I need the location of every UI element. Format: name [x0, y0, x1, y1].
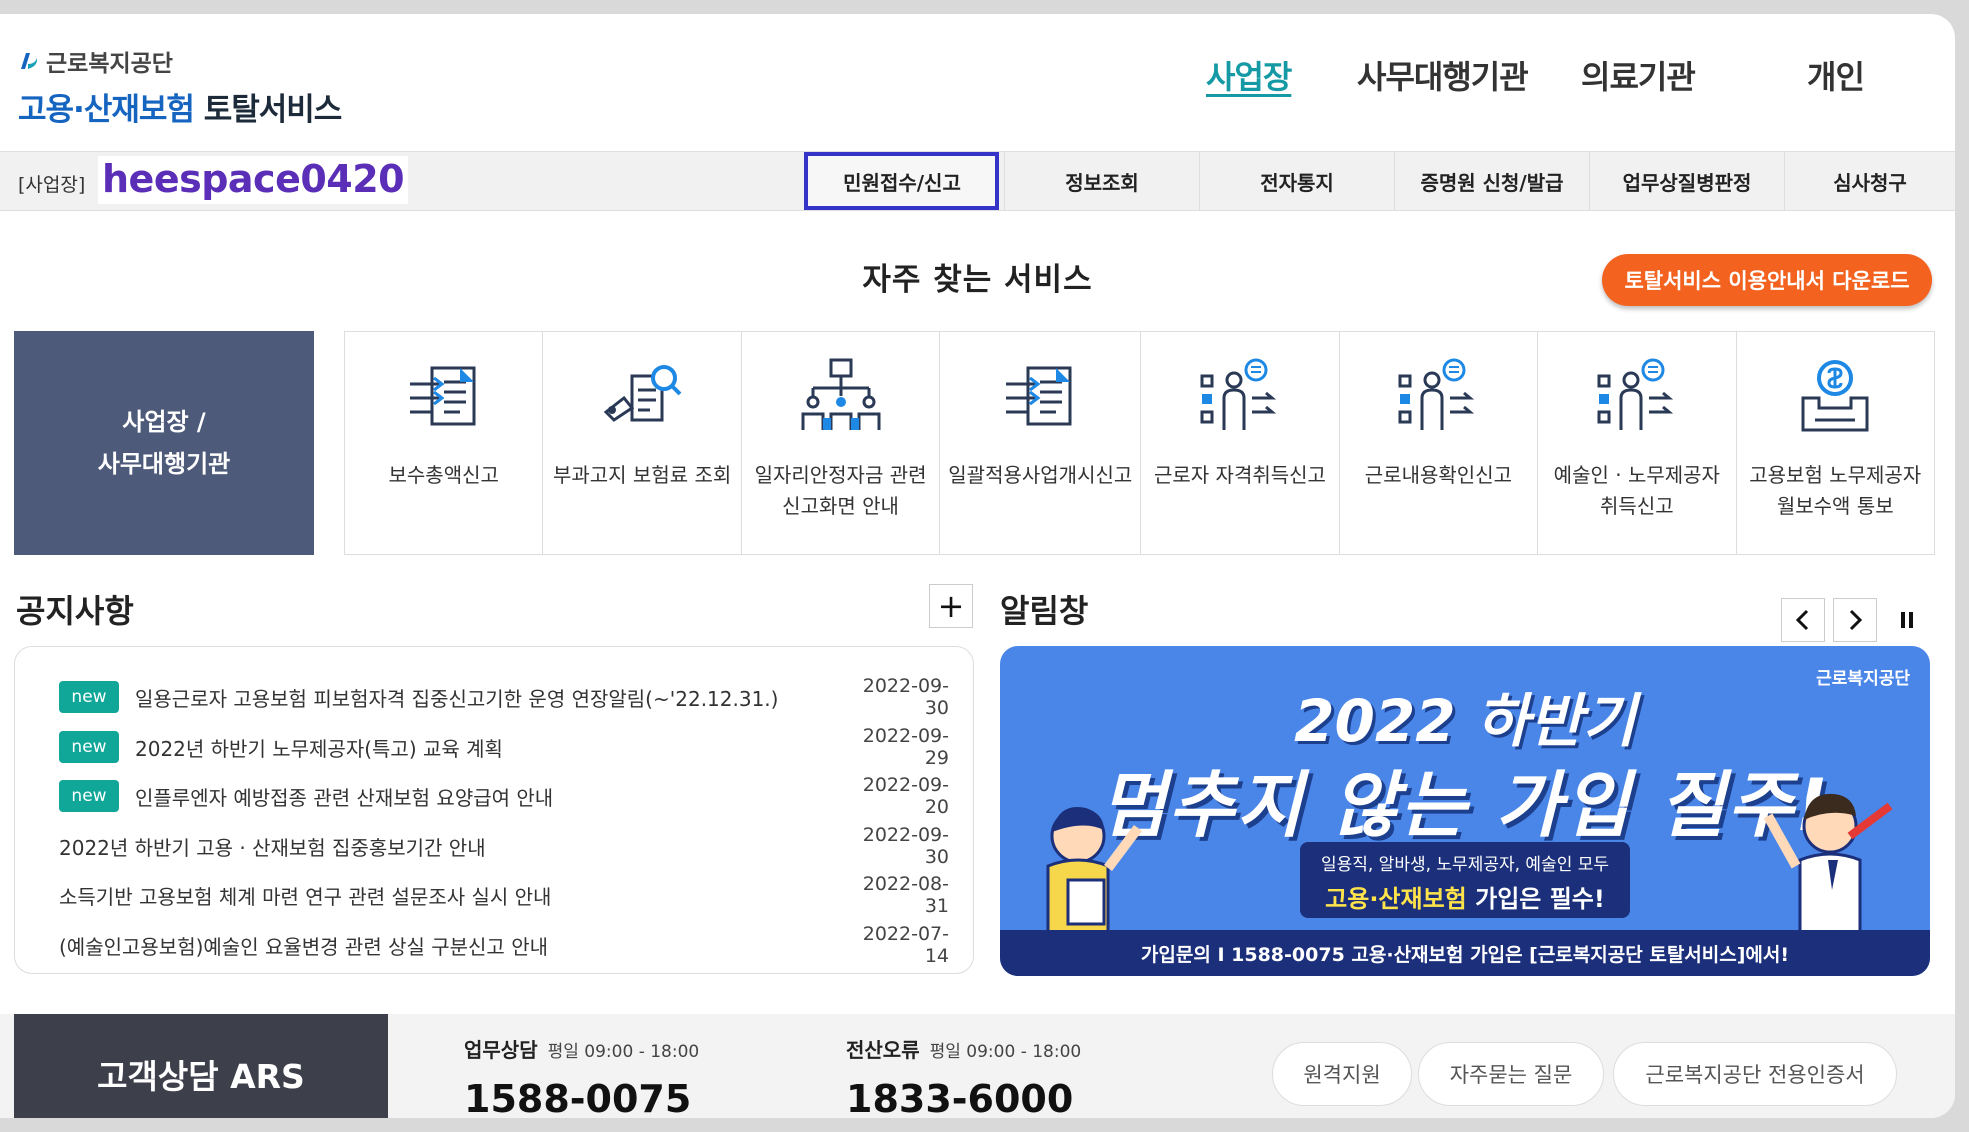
- banner-notice-box: 일용직, 알바생, 노무제공자, 예술인 모두 고용·산재보험 가입은 필수!: [1300, 842, 1630, 918]
- user-type-label: [사업장]: [18, 174, 86, 196]
- user-id: heespace0420: [98, 156, 409, 204]
- notice-item[interactable]: new 인플루엔자 예방접종 관련 산재보험 요양급여 안내 2022-09-2…: [59, 774, 949, 818]
- service-label: 일자리안정자금 관련 신고화면 안내: [754, 463, 927, 518]
- menu-tab-review-request[interactable]: 심사청구: [1784, 152, 1955, 210]
- document-search-icon: [603, 365, 682, 422]
- notice-date: 2022-07-14: [862, 923, 949, 967]
- service-item[interactable]: 예술인 · 노무제공자 취득신고: [1537, 332, 1735, 554]
- new-badge: new: [59, 681, 119, 713]
- service-label: 근로내용확인신고: [1364, 463, 1512, 487]
- notice-text: 2022년 하반기 노무제공자(특고) 교육 계획: [135, 736, 503, 761]
- money-box-icon: [1801, 360, 1869, 432]
- notice-more-button[interactable]: +: [929, 584, 973, 628]
- guide-download-button[interactable]: 토탈서비스 이용안내서 다운로드: [1602, 254, 1932, 306]
- banner-required-text: 가입은 필수!: [1466, 885, 1605, 913]
- banner-footer-text: 가입문의 I 1588-0075 고용·산재보험 가입은 [근로복지공단 토탈서…: [1000, 930, 1930, 976]
- notice-text: 2022년 하반기 고용 · 산재보험 집중홍보기간 안내: [59, 835, 486, 860]
- banner-pause-button[interactable]: [1885, 598, 1929, 642]
- notice-text: 인플루엔자 예방접종 관련 산재보험 요양급여 안내: [135, 785, 554, 810]
- contact-number[interactable]: 1588-0075: [464, 1077, 699, 1118]
- notice-text: (예술인고용보험)예술인 요율변경 관련 상실 구분신고 안내: [59, 934, 548, 959]
- new-badge: new: [59, 731, 119, 763]
- contact-title: 업무상담: [464, 1038, 538, 1062]
- notice-item[interactable]: new 일용근로자 고용보험 피보험자격 집중신고기한 운영 연장알림(~'22…: [59, 675, 949, 719]
- banner-character-right-icon: [1763, 793, 1893, 942]
- notice-item[interactable]: 소득기반 고용보험 체계 마련 연구 관련 설문조사 실시 안내 2022-08…: [59, 873, 949, 917]
- service-item[interactable]: 일괄적용사업개시신고: [939, 332, 1140, 554]
- service-item[interactable]: 고용보험 노무제공자 월보수액 통보: [1735, 332, 1934, 554]
- footer: 고객상담 ARS 업무상담 평일 09:00 - 18:00 1588-0075 …: [0, 1014, 1955, 1118]
- ars-label: 고객상담 ARS: [14, 1014, 388, 1118]
- page-frame: 근로복지공단 고용·산재보험 토탈서비스 사업장 사무대행기관 의료기관 개인 …: [0, 14, 1955, 1118]
- contact-hours: 평일 09:00 - 18:00: [547, 1042, 700, 1062]
- notice-date: 2022-09-29: [862, 725, 949, 769]
- menu-tab-civil-complaint[interactable]: 민원접수/신고: [804, 152, 999, 210]
- service-item[interactable]: 보수총액신고: [345, 332, 542, 554]
- notice-text: 소득기반 고용보험 체계 마련 연구 관련 설문조사 실시 안내: [59, 884, 552, 909]
- pause-icon: [1901, 612, 1913, 628]
- notice-item[interactable]: new 2022년 하반기 노무제공자(특고) 교육 계획 2022-09-29: [59, 725, 949, 769]
- banner-next-button[interactable]: [1833, 598, 1877, 642]
- notice-date: 2022-08-31: [862, 873, 949, 917]
- contact-hours: 평일 09:00 - 18:00: [929, 1042, 1082, 1062]
- organization-chart-icon: [801, 358, 881, 430]
- service-label: 근로자 자격취득신고: [1153, 463, 1326, 487]
- alert-title: 알림창: [1000, 592, 1089, 630]
- side-panel-line1: 사업장 /: [122, 408, 206, 436]
- contact-it-error: 전산오류 평일 09:00 - 18:00 1833-6000: [846, 1034, 1081, 1118]
- contact-number[interactable]: 1833-6000: [846, 1077, 1081, 1118]
- service-label: 보수총액신고: [388, 463, 499, 487]
- top-nav-personal[interactable]: 개인: [1807, 52, 1865, 98]
- banner-highlight-text: 고용·산재보험: [1325, 885, 1467, 913]
- service-label: 일괄적용사업개시신고: [948, 463, 1133, 487]
- service-item[interactable]: 근로내용확인신고: [1338, 332, 1537, 554]
- worker-list-icon: [1200, 358, 1277, 430]
- notice-item[interactable]: (예술인고용보험)예술인 요율변경 관련 상실 구분신고 안내 2022-07-…: [59, 923, 949, 967]
- banner-target-text: 일용직, 알바생, 노무제공자, 예술인 모두: [1320, 855, 1610, 875]
- quick-services-grid: 보수총액신고 부과고지 보험료 조회 일자리안정자금 관련 신고화면 안내 일괄…: [344, 331, 1935, 555]
- sub-menu-bar: [사업장] heespace0420 민원접수/신고 정보조회 전자통지 증명원…: [0, 151, 1955, 211]
- document-arrows-icon: [409, 366, 476, 426]
- top-nav: 사업장 사무대행기관 의료기관 개인: [0, 52, 1955, 112]
- document-arrows-icon: [1006, 366, 1072, 426]
- service-label: 예술인 · 노무제공자 취득신고: [1553, 463, 1720, 518]
- top-nav-workplace[interactable]: 사업장: [1206, 52, 1292, 98]
- menu-tab-e-notice[interactable]: 전자통지: [1199, 152, 1394, 210]
- notice-date: 2022-09-30: [862, 675, 949, 719]
- top-nav-agency[interactable]: 사무대행기관: [1357, 52, 1529, 98]
- faq-button[interactable]: 자주묻는 질문: [1418, 1042, 1604, 1106]
- notice-item[interactable]: 2022년 하반기 고용 · 산재보험 집중홍보기간 안내 2022-09-30: [59, 824, 949, 868]
- banner-prev-button[interactable]: [1781, 598, 1825, 642]
- menu-tab-occupational-disease[interactable]: 업무상질병판정: [1589, 152, 1784, 210]
- chevron-left-icon: [1795, 609, 1809, 631]
- menu-tab-info-lookup[interactable]: 정보조회: [1004, 152, 1199, 210]
- service-label: 부과고지 보험료 조회: [552, 463, 732, 487]
- service-item[interactable]: 일자리안정자금 관련 신고화면 안내: [740, 332, 939, 554]
- chevron-right-icon: [1849, 609, 1863, 631]
- quick-side-panel: 사업장 / 사무대행기관: [14, 331, 314, 555]
- new-badge: new: [59, 780, 119, 812]
- service-item[interactable]: 부과고지 보험료 조회: [542, 332, 740, 554]
- notice-title: 공지사항: [16, 592, 134, 630]
- side-panel-line2: 사무대행기관: [97, 450, 231, 478]
- worker-list-icon: [1398, 358, 1475, 430]
- notice-text: 일용근로자 고용보험 피보험자격 집중신고기한 운영 연장알림(~'22.12.…: [135, 686, 779, 711]
- top-nav-medical[interactable]: 의료기관: [1581, 52, 1696, 98]
- promo-banner[interactable]: 근로복지공단 2022 하반기 멈추지 않는 가입 질주! 일용직, 알바생, …: [1000, 646, 1930, 976]
- service-item[interactable]: 근로자 자격취득신고: [1140, 332, 1338, 554]
- banner-character-left-icon: [1046, 807, 1142, 938]
- certificate-button[interactable]: 근로복지공단 전용인증서: [1613, 1042, 1897, 1106]
- notice-date: 2022-09-30: [862, 824, 949, 868]
- notice-list: new 일용근로자 고용보험 피보험자격 집중신고기한 운영 연장알림(~'22…: [14, 646, 974, 974]
- contact-title: 전산오류: [846, 1038, 920, 1062]
- menu-tab-certificate[interactable]: 증명원 신청/발급: [1394, 152, 1589, 210]
- service-label: 고용보험 노무제공자 월보수액 통보: [1749, 463, 1922, 518]
- worker-list-icon: [1597, 358, 1673, 430]
- contact-business: 업무상담 평일 09:00 - 18:00 1588-0075: [464, 1034, 699, 1118]
- remote-support-button[interactable]: 원격지원: [1272, 1042, 1412, 1106]
- notice-date: 2022-09-20: [862, 774, 949, 818]
